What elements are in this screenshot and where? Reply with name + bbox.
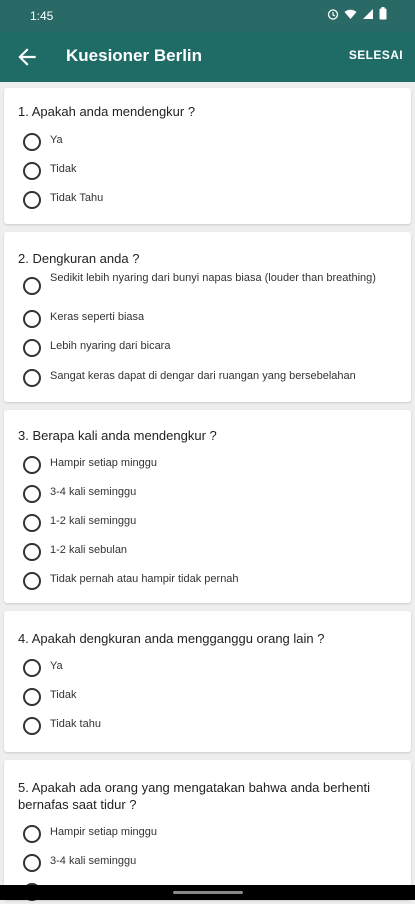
app-bar: Kuesioner Berlin SELESAI	[0, 32, 415, 82]
radio-option[interactable]: Ya	[23, 656, 399, 680]
radio-option[interactable]: Sedikit lebih nyaring dari bunyi napas b…	[23, 270, 399, 302]
option-label: Ya	[50, 134, 63, 146]
option-label: 3-4 kali seminggu	[50, 855, 137, 867]
radio-option[interactable]: 1-2 kali sebulan	[23, 540, 399, 564]
radio-button[interactable]	[23, 688, 41, 706]
radio-button[interactable]	[23, 514, 41, 532]
radio-button[interactable]	[23, 717, 41, 735]
home-handle[interactable]	[173, 891, 243, 894]
radio-option[interactable]: Keras seperti biasa	[23, 307, 399, 331]
option-label: Keras seperti biasa	[50, 311, 145, 323]
option-label: Sedikit lebih nyaring dari bunyi napas b…	[50, 272, 376, 284]
radio-button[interactable]	[23, 825, 41, 843]
finish-button[interactable]: SELESAI	[349, 48, 403, 62]
radio-option[interactable]: Tidak pernah atau hampir tidak pernah	[23, 569, 399, 593]
navigation-bar	[0, 885, 415, 900]
radio-option[interactable]: Tidak	[23, 685, 399, 709]
radio-button[interactable]	[23, 277, 41, 295]
radio-button[interactable]	[23, 659, 41, 677]
question-text: 5. Apakah ada orang yang mengatakan bahw…	[18, 780, 370, 812]
question-text: 2. Dengkuran anda ?	[18, 251, 140, 266]
radio-option[interactable]: Tidak tahu	[23, 714, 399, 738]
page-title: Kuesioner Berlin	[66, 46, 203, 65]
back-button[interactable]	[14, 44, 40, 70]
radio-button[interactable]	[23, 339, 41, 357]
radio-button[interactable]	[23, 543, 41, 561]
option-label: 3-4 kali seminggu	[50, 486, 137, 498]
question-card-4: 4. Apakah dengkuran anda mengganggu oran…	[4, 611, 411, 752]
radio-button[interactable]	[23, 310, 41, 328]
status-bar: 1:45	[0, 0, 415, 32]
option-label: Tidak tahu	[50, 718, 101, 730]
status-time: 1:45	[30, 9, 54, 23]
arrow-left-icon	[18, 48, 36, 66]
option-label: 1-2 kali seminggu	[50, 515, 137, 527]
question-text: 3. Berapa kali anda mendengkur ?	[18, 428, 217, 443]
battery-icon	[379, 7, 387, 25]
option-label: Tidak pernah atau hampir tidak pernah	[50, 573, 239, 585]
radio-button[interactable]	[23, 162, 41, 180]
radio-option[interactable]: 3-4 kali seminggu	[23, 482, 399, 506]
radio-button[interactable]	[23, 854, 41, 872]
question-text: 1. Apakah anda mendengkur ?	[18, 104, 196, 119]
radio-option[interactable]: 1-2 kali seminggu	[23, 511, 399, 535]
option-label: Lebih nyaring dari bicara	[50, 340, 171, 352]
radio-button[interactable]	[23, 572, 41, 590]
option-label: Tidak Tahu	[50, 192, 104, 204]
radio-button[interactable]	[23, 456, 41, 474]
option-label: Hampir setiap minggu	[50, 457, 157, 469]
radio-button[interactable]	[23, 485, 41, 503]
question-card-3: 3. Berapa kali anda mendengkur ? Hampir …	[4, 410, 411, 603]
question-card-5: 5. Apakah ada orang yang mengatakan bahw…	[4, 760, 411, 901]
option-label: Tidak	[50, 689, 77, 701]
radio-option[interactable]: Ya	[23, 130, 399, 154]
radio-button[interactable]	[23, 191, 41, 209]
radio-option[interactable]: Tidak	[23, 159, 399, 183]
radio-option[interactable]: Hampir setiap minggu	[23, 822, 399, 846]
status-icons	[327, 7, 387, 25]
option-label: 1-2 kali sebulan	[50, 544, 128, 556]
option-label: Tidak	[50, 163, 77, 175]
radio-option[interactable]: Tidak Tahu	[23, 188, 399, 212]
option-label: Sangat keras dapat di dengar dari ruanga…	[50, 370, 356, 382]
alarm-icon	[327, 7, 339, 25]
radio-button[interactable]	[23, 133, 41, 151]
signal-icon	[362, 7, 374, 25]
radio-button[interactable]	[23, 369, 41, 387]
radio-option[interactable]: Lebih nyaring dari bicara	[23, 336, 399, 360]
radio-option[interactable]: 3-4 kali seminggu	[23, 851, 399, 875]
question-card-2: 2. Dengkuran anda ? Sedikit lebih nyarin…	[4, 232, 411, 402]
radio-option[interactable]: Hampir setiap minggu	[23, 453, 399, 477]
option-label: Hampir setiap minggu	[50, 826, 157, 838]
question-text: 4. Apakah dengkuran anda mengganggu oran…	[18, 631, 325, 646]
radio-option[interactable]: Sangat keras dapat di dengar dari ruanga…	[23, 366, 399, 390]
option-label: Ya	[50, 660, 63, 672]
wifi-icon	[344, 7, 357, 25]
question-card-1: 1. Apakah anda mendengkur ? Ya Tidak Tid…	[4, 88, 411, 224]
